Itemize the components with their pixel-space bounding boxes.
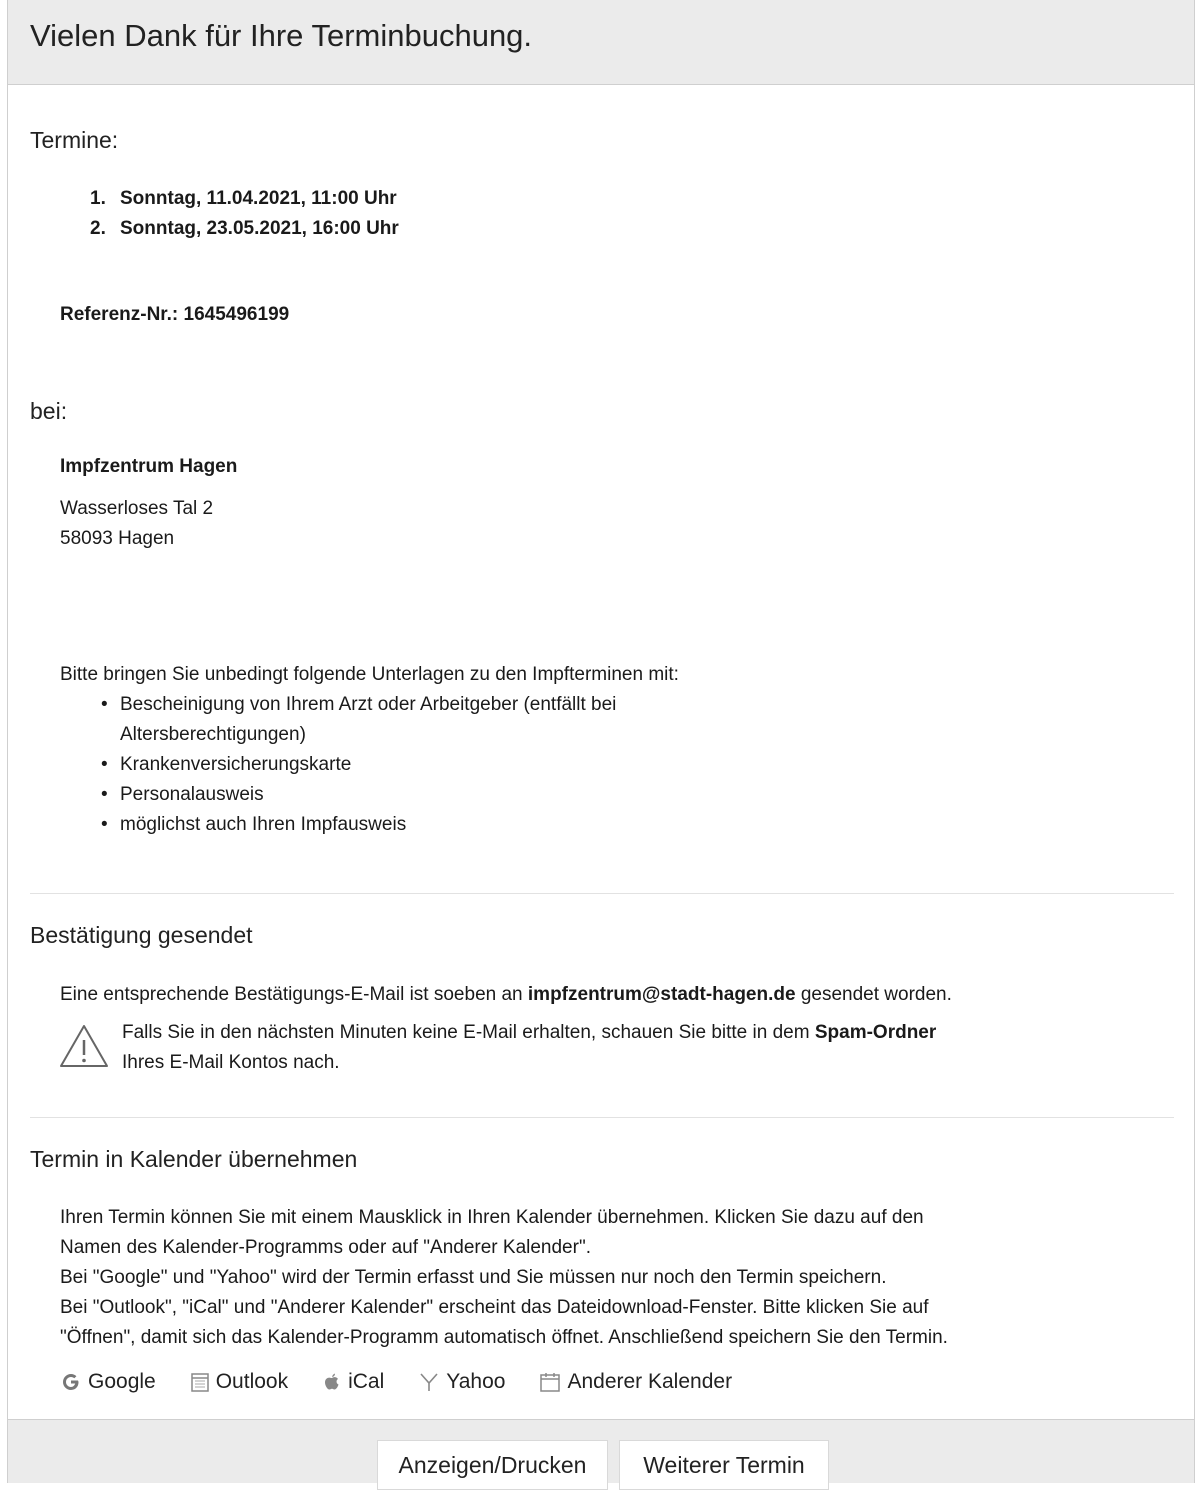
appointment-item: 1. Sonntag, 11.04.2021, 11:00 Uhr: [90, 188, 397, 209]
outlook-calendar-link[interactable]: Outlook: [190, 1370, 288, 1394]
footer-bar: Anzeigen/Drucken Weiterer Termin: [8, 1419, 1194, 1490]
google-calendar-link[interactable]: Google: [60, 1370, 156, 1394]
list-item: • Personalausweis: [101, 784, 264, 805]
list-item: Altersberechtigungen): [120, 724, 306, 745]
google-icon: [60, 1371, 82, 1393]
header-bar: Vielen Dank für Ihre Terminbuchung.: [8, 0, 1194, 85]
confirmation-heading: Bestätigung gesendet: [30, 922, 253, 948]
section-divider: [30, 1117, 1174, 1118]
appointments-label: Termine:: [30, 127, 119, 153]
warning-icon: [58, 1022, 110, 1075]
location-name: Impfzentrum Hagen: [60, 456, 238, 477]
spam-warning-line1: Falls Sie in den nächsten Minuten keine …: [122, 1022, 937, 1043]
section-divider: [30, 893, 1174, 894]
confirmation-email: impfzentrum@stadt-hagen.de: [527, 984, 796, 1005]
reference-number: Referenz-Nr.: 1645496199: [60, 304, 290, 325]
list-item: • möglichst auch Ihren Impfausweis: [101, 814, 407, 835]
calendar-instructions: Ihren Termin können Sie mit einem Mauskl…: [60, 1207, 948, 1348]
ical-calendar-link[interactable]: iCal: [322, 1370, 384, 1394]
calendar-heading: Termin in Kalender übernehmen: [30, 1146, 358, 1172]
location-street: Wasserloses Tal 2: [60, 498, 214, 519]
documents-intro: Bitte bringen Sie unbedingt folgende Unt…: [60, 664, 679, 685]
calendar-icon: [539, 1371, 561, 1393]
booking-confirmation-panel: Vielen Dank für Ihre Terminbuchung. Term…: [7, 0, 1195, 1490]
appointments-list: 1. Sonntag, 11.04.2021, 11:00 Uhr 2. Sonnt…: [90, 184, 399, 244]
list-item: • Krankenversicherungskarte: [101, 754, 352, 775]
other-calendar-link[interactable]: Anderer Kalender: [539, 1370, 732, 1394]
calendar-links: Google Outlook iCal Yahoo Anderer Kalend…: [60, 1367, 766, 1397]
location-label: bei:: [30, 398, 68, 424]
spam-warning-line2: Ihres E-Mail Kontos nach.: [122, 1052, 340, 1073]
apple-icon: [322, 1371, 342, 1393]
page-title: Vielen Dank für Ihre Terminbuchung.: [30, 18, 533, 53]
yahoo-icon: [418, 1371, 440, 1393]
location-city: 58093 Hagen: [60, 528, 175, 549]
yahoo-calendar-link[interactable]: Yahoo: [418, 1370, 505, 1394]
list-item: • Bescheinigung von Ihrem Arzt oder Arbei…: [101, 694, 617, 715]
outlook-icon: [190, 1371, 210, 1393]
documents-list: • Bescheinigung von Ihrem Arzt oder Arbei…: [101, 690, 820, 840]
appointment-item: 2. Sonntag, 23.05.2021, 16:00 Uhr: [90, 218, 399, 239]
confirmation-text: Eine entsprechende Bestätigungs-E-Mail i…: [60, 984, 952, 1005]
